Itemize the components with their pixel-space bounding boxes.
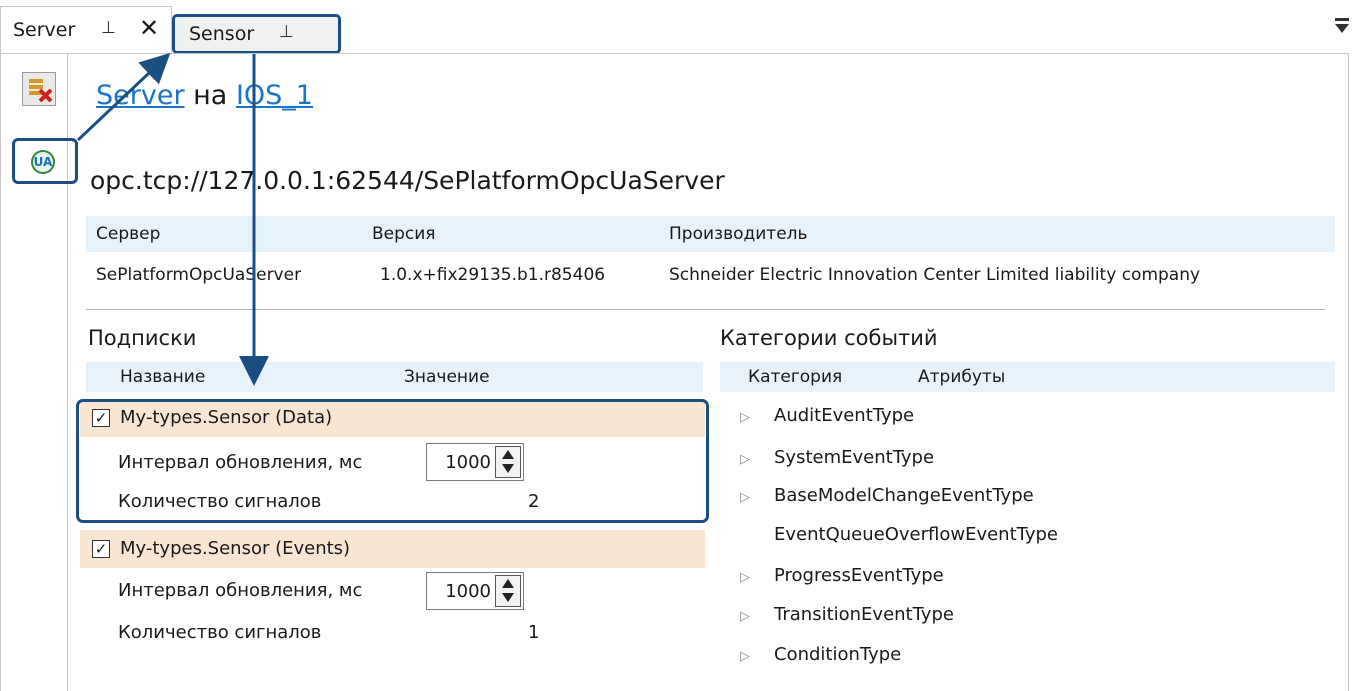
annotation-arrows: [76, 52, 269, 386]
arrow-to-sensor-tab: [76, 52, 171, 142]
